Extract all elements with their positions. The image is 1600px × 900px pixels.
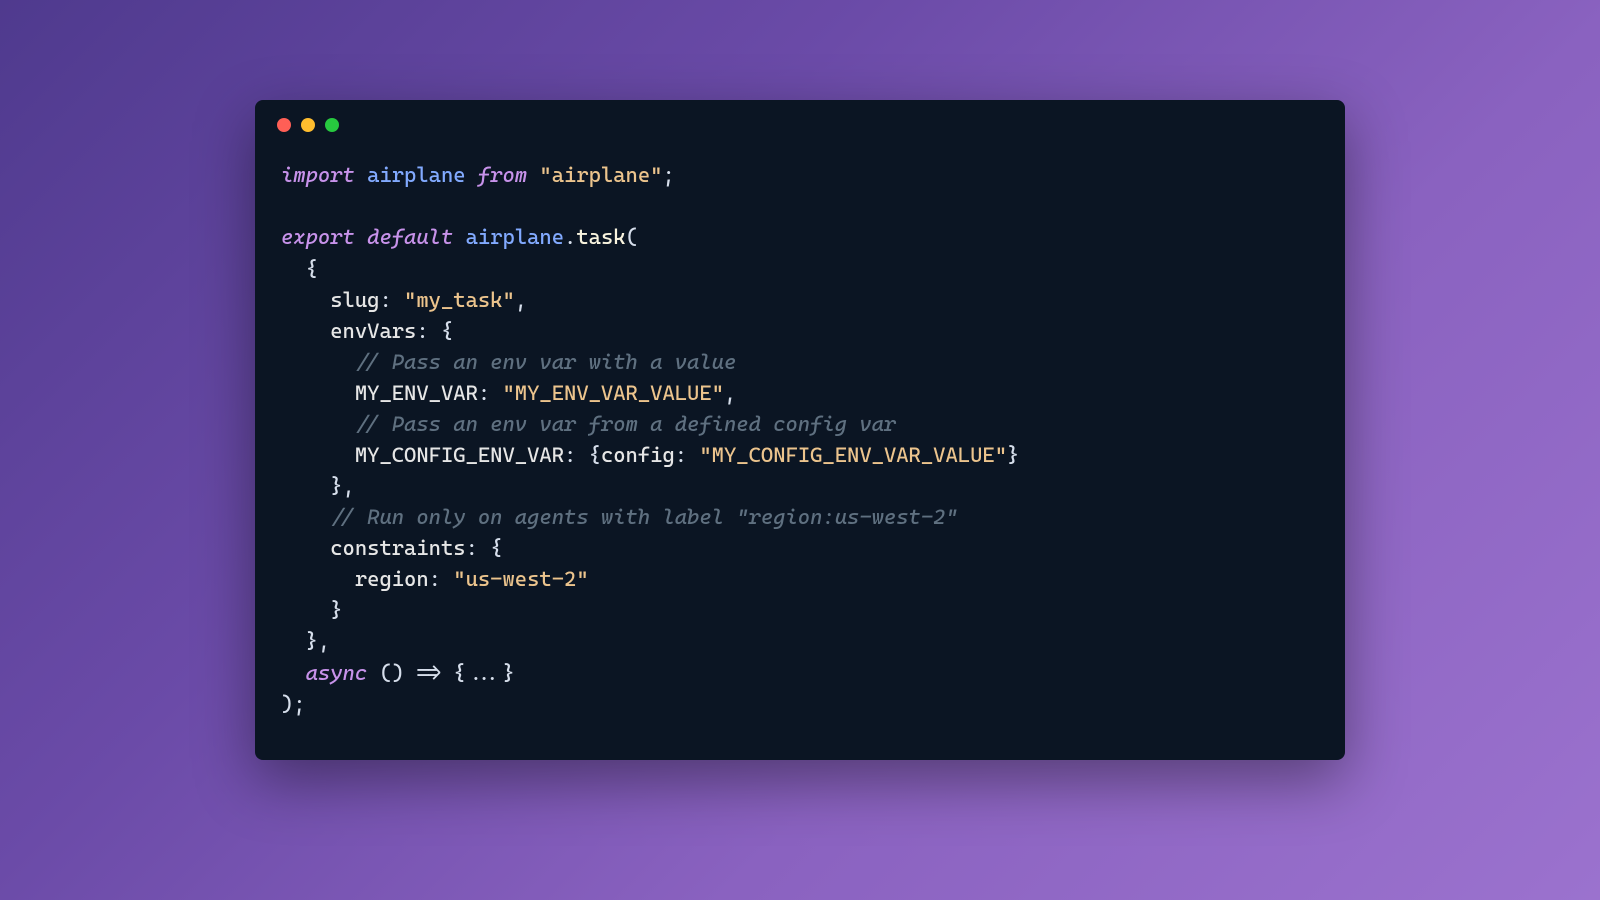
punctuation: : [478,381,503,405]
property-key: constraints [330,536,465,560]
punctuation: : { [416,319,453,343]
punctuation: , [724,381,736,405]
identifier: airplane [367,163,465,187]
close-icon[interactable] [277,118,291,132]
minimize-icon[interactable] [301,118,315,132]
code-comment: // Pass an env var with a value [281,350,736,374]
punctuation: : [379,288,404,312]
code-editor-window: import airplane from "airplane"; export … [255,100,1345,759]
punctuation: . [564,225,576,249]
punctuation: : { [466,536,503,560]
punctuation: } [1007,443,1019,467]
indent [281,319,330,343]
property-key: region [355,567,429,591]
string-literal: "airplane" [539,163,662,187]
property-key: slug [330,288,379,312]
punctuation: }, [281,474,355,498]
keyword-from: from [478,163,527,187]
zoom-icon[interactable] [325,118,339,132]
punctuation: ); [281,692,306,716]
window-titlebar [255,100,1345,142]
property-key: MY_ENV_VAR [355,381,478,405]
string-literal: "my_task" [404,288,515,312]
indent [281,381,355,405]
indent [281,288,330,312]
method-name: task [576,225,625,249]
code-comment: // Run only on agents with label "region… [281,505,958,529]
punctuation: : { [564,443,601,467]
property-key: envVars [330,319,416,343]
indent [281,567,355,591]
punctuation: } [281,598,343,622]
keyword-import: import [281,163,355,187]
string-literal: "MY_CONFIG_ENV_VAR_VALUE" [699,443,1007,467]
string-literal: "MY_ENV_VAR_VALUE" [502,381,723,405]
indent [281,536,330,560]
keyword-default: default [367,225,453,249]
code-comment: // Pass an env var from a defined config… [281,412,896,436]
keyword-export: export [281,225,355,249]
identifier: airplane [466,225,564,249]
punctuation: : [675,443,700,467]
punctuation: ( [626,225,638,249]
indent [281,443,355,467]
punctuation: ; [662,163,674,187]
property-key: MY_CONFIG_ENV_VAR [355,443,564,467]
punctuation: : [429,567,454,591]
keyword-async: async [306,661,368,685]
arrow-function: () => {...} [367,661,515,685]
string-literal: "us-west-2" [453,567,588,591]
property-key: config [601,443,675,467]
punctuation: , [515,288,527,312]
code-block: import airplane from "airplane"; export … [255,142,1345,759]
punctuation: { [281,257,318,281]
punctuation: }, [281,629,330,653]
indent [281,661,306,685]
